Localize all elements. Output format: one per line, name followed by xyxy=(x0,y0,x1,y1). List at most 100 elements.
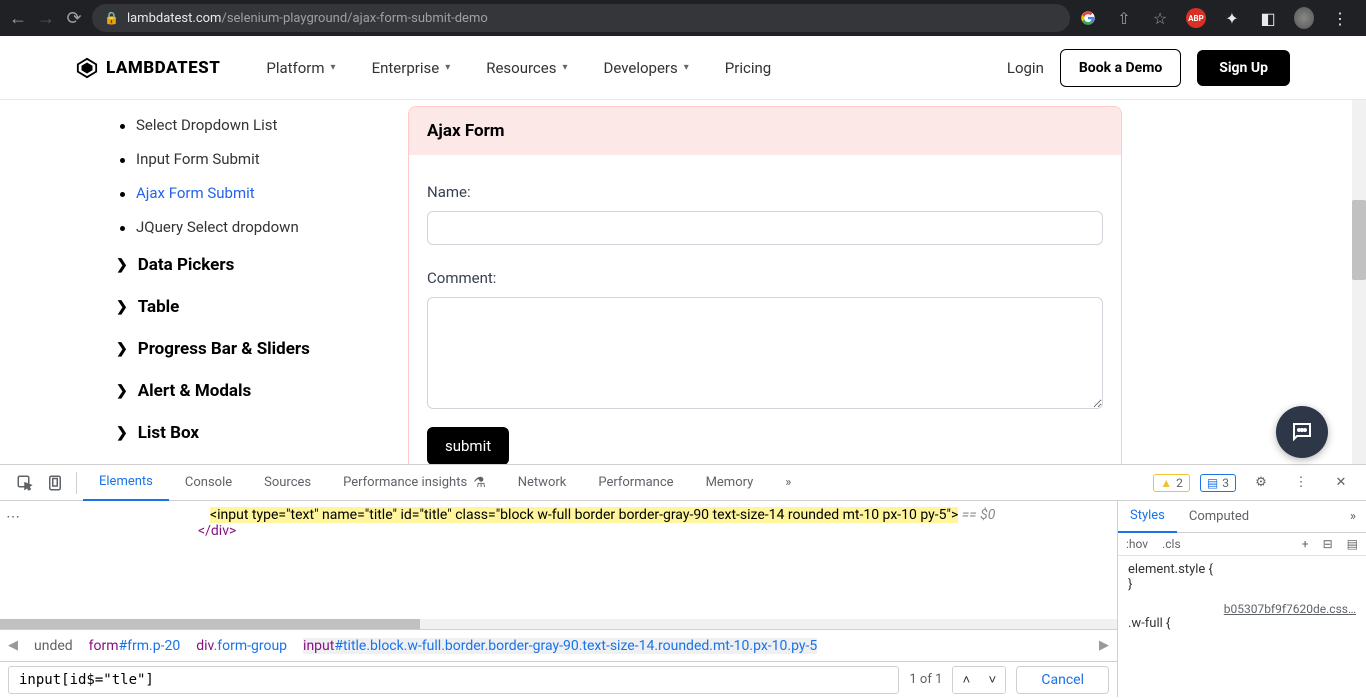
search-prev-button[interactable]: ˄ xyxy=(953,667,979,693)
back-icon[interactable]: ← xyxy=(8,8,28,28)
page-scrollbar[interactable] xyxy=(1352,100,1366,464)
nav-developers[interactable]: Developers▾ xyxy=(604,59,689,77)
main-content: Ajax Form Name: Comment: submit xyxy=(408,100,1352,464)
inspect-icon[interactable] xyxy=(10,468,40,498)
search-cancel-button[interactable]: Cancel xyxy=(1016,666,1109,694)
search-next-button[interactable]: ˅ xyxy=(979,667,1005,693)
devtools-body: ⋯ <input type="text" name="title" id="ti… xyxy=(0,501,1366,697)
sidebar-item-select-dropdown[interactable]: Select Dropdown List xyxy=(136,108,408,142)
styles-tab-styles[interactable]: Styles xyxy=(1118,501,1177,533)
hov-toggle[interactable]: :hov xyxy=(1126,537,1148,551)
search-nav: ˄ ˅ xyxy=(952,666,1006,694)
sidebar-category-table[interactable]: ❯Table xyxy=(116,286,408,328)
address-bar[interactable]: 🔒 lambdatest.com/selenium-playground/aja… xyxy=(92,4,1070,32)
panel-icon[interactable]: ◧ xyxy=(1258,8,1278,28)
chevron-right-icon: ❯ xyxy=(116,341,128,357)
scrollbar-thumb[interactable] xyxy=(1352,200,1366,280)
elements-tree[interactable]: ⋯ <input type="text" name="title" id="ti… xyxy=(0,501,1117,619)
demo-button[interactable]: Book a Demo xyxy=(1060,49,1181,87)
source-link[interactable]: b05307bf9f7620de.css… xyxy=(1128,602,1356,616)
warnings-badge[interactable]: ▲2 xyxy=(1153,474,1190,492)
devtools-tabs: Elements Console Sources Performance ins… xyxy=(0,465,1366,501)
name-input[interactable] xyxy=(427,211,1103,245)
reload-icon[interactable]: ⟳ xyxy=(64,8,84,28)
nav-resources[interactable]: Resources▾ xyxy=(486,59,567,77)
info-badge[interactable]: ▤3 xyxy=(1200,474,1236,492)
nav-pricing[interactable]: Pricing xyxy=(725,59,771,77)
computed-icon[interactable]: ⊟ xyxy=(1323,537,1333,551)
share-icon[interactable]: ⇧ xyxy=(1114,8,1134,28)
sidebar-category-others[interactable]: ❯Others xyxy=(116,454,408,464)
google-icon[interactable] xyxy=(1078,8,1098,28)
breadcrumb-item-selected[interactable]: input#title.block.w-full.border.border-g… xyxy=(303,638,817,654)
gear-icon[interactable]: ⚙ xyxy=(1246,468,1276,498)
sidebar-toggle-icon[interactable]: ▤ xyxy=(1347,537,1358,551)
sidebar-item-ajax-form-submit[interactable]: Ajax Form Submit xyxy=(136,176,408,210)
closing-tag[interactable]: </div> xyxy=(0,523,1117,539)
extensions-icon[interactable]: ✦ xyxy=(1222,8,1242,28)
sidebar-category-progress[interactable]: ❯Progress Bar & Sliders xyxy=(116,328,408,370)
tab-network[interactable]: Network xyxy=(502,465,583,501)
element-actions-icon[interactable]: ⋯ xyxy=(6,509,21,525)
elements-breadcrumb: ◀ unded form#frm.p-20 div.form-group inp… xyxy=(0,629,1117,661)
styles-tab-more[interactable]: » xyxy=(1340,509,1366,524)
sidebar-category-list-box[interactable]: ❯List Box xyxy=(116,412,408,454)
sidebar: Select Dropdown List Input Form Submit A… xyxy=(0,100,408,464)
tab-console[interactable]: Console xyxy=(169,465,248,501)
tab-performance[interactable]: Performance xyxy=(582,465,689,501)
nav-platform[interactable]: Platform▾ xyxy=(266,59,335,77)
sidebar-category-data-pickers[interactable]: ❯Data Pickers xyxy=(116,244,408,286)
devtools: Elements Console Sources Performance ins… xyxy=(0,464,1366,697)
kebab-icon[interactable]: ⋮ xyxy=(1286,468,1316,498)
submit-button[interactable]: submit xyxy=(427,427,509,464)
url-text: lambdatest.com/selenium-playground/ajax-… xyxy=(127,11,488,26)
chevron-right-icon: ❯ xyxy=(116,383,128,399)
chevron-right-icon: ❯ xyxy=(116,257,128,273)
chat-bubble-button[interactable] xyxy=(1276,406,1328,458)
breadcrumb-item[interactable]: unded xyxy=(34,638,73,654)
elements-hscrollbar[interactable] xyxy=(0,619,1117,629)
logo-text: LAMBDATEST xyxy=(106,58,220,78)
styles-tab-computed[interactable]: Computed xyxy=(1177,501,1261,533)
tab-elements[interactable]: Elements xyxy=(83,465,169,501)
breadcrumb-item[interactable]: form#frm.p-20 xyxy=(89,638,181,654)
elements-panel: ⋯ <input type="text" name="title" id="ti… xyxy=(0,501,1118,697)
chevron-down-icon: ▾ xyxy=(331,62,336,73)
header-actions: Login Book a Demo Sign Up xyxy=(1007,49,1290,87)
highlighted-element[interactable]: <input type="text" name="title" id="titl… xyxy=(210,507,958,523)
profile-avatar[interactable] xyxy=(1294,8,1314,28)
kebab-icon[interactable]: ⋮ xyxy=(1330,8,1350,28)
signup-button[interactable]: Sign Up xyxy=(1197,50,1290,86)
star-icon[interactable]: ☆ xyxy=(1150,8,1170,28)
logo[interactable]: LAMBDATEST xyxy=(76,57,220,79)
tab-memory[interactable]: Memory xyxy=(690,465,770,501)
tab-more[interactable]: » xyxy=(769,465,807,501)
sidebar-category-alert[interactable]: ❯Alert & Modals xyxy=(116,370,408,412)
breadcrumb-prev-icon[interactable]: ◀ xyxy=(8,638,18,653)
add-rule-icon[interactable]: + xyxy=(1302,537,1309,551)
styles-toolbar: :hov .cls + ⊟ ▤ xyxy=(1118,533,1366,556)
sidebar-item-jquery-select[interactable]: JQuery Select dropdown xyxy=(136,210,408,244)
cls-toggle[interactable]: .cls xyxy=(1162,537,1181,551)
device-icon[interactable] xyxy=(40,468,70,498)
breadcrumb-item[interactable]: div.form-group xyxy=(196,638,287,654)
sidebar-item-input-form-submit[interactable]: Input Form Submit xyxy=(136,142,408,176)
forward-icon[interactable]: → xyxy=(36,8,56,28)
chevron-right-icon: ❯ xyxy=(116,299,128,315)
breadcrumb-next-icon[interactable]: ▶ xyxy=(1099,638,1109,653)
chat-icon xyxy=(1290,420,1314,444)
login-link[interactable]: Login xyxy=(1007,59,1044,77)
nav-enterprise[interactable]: Enterprise▾ xyxy=(372,59,451,77)
name-label: Name: xyxy=(427,183,1103,201)
styles-content[interactable]: element.style { } b05307bf9f7620de.css… … xyxy=(1118,556,1366,637)
tab-sources[interactable]: Sources xyxy=(248,465,327,501)
search-input[interactable] xyxy=(8,666,899,694)
styles-panel: Styles Computed » :hov .cls + ⊟ ▤ elemen… xyxy=(1118,501,1366,697)
comment-textarea[interactable] xyxy=(427,297,1103,409)
tab-perf-insights[interactable]: Performance insights ⚗ xyxy=(327,465,502,501)
lock-icon: 🔒 xyxy=(104,11,119,25)
close-icon[interactable]: ✕ xyxy=(1326,468,1356,498)
ajax-form-card: Ajax Form Name: Comment: submit xyxy=(408,106,1122,464)
abp-icon[interactable]: ABP xyxy=(1186,8,1206,28)
styles-tabs: Styles Computed » xyxy=(1118,501,1366,533)
